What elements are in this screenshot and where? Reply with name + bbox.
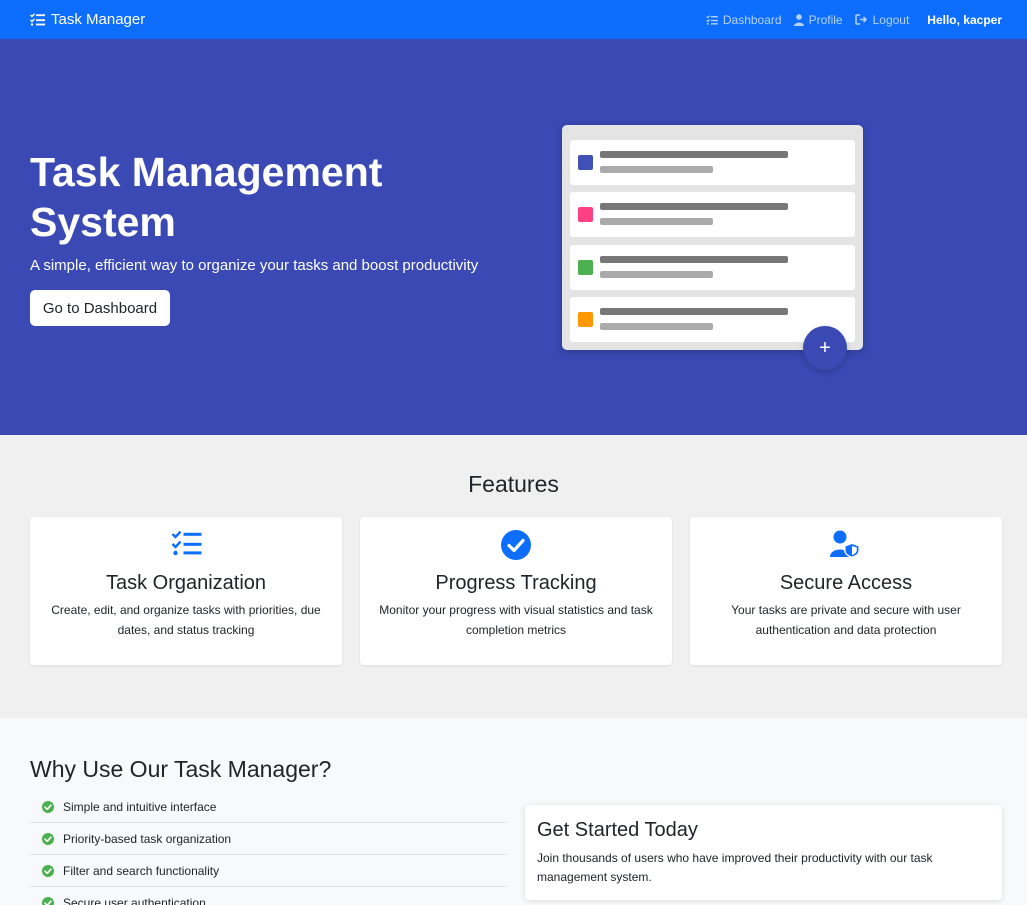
- illustration-line: [600, 256, 788, 263]
- list-item: Secure user authentication: [30, 887, 507, 905]
- feature-title: Progress Tracking: [435, 572, 597, 594]
- get-started-description: Join thousands of users who have improve…: [537, 851, 933, 884]
- list-item-label: Simple and intuitive interface: [63, 799, 217, 814]
- features-heading: Features: [468, 471, 559, 497]
- check-circle-icon: [42, 800, 54, 813]
- nav-link-logout[interactable]: Logout: [854, 12, 910, 27]
- feature-card-progress-tracking: Progress Tracking Monitor your progress …: [360, 517, 672, 665]
- brand-label: Task Manager: [51, 11, 146, 28]
- feature-title: Secure Access: [779, 572, 913, 594]
- brand-link[interactable]: Task Manager: [30, 11, 145, 28]
- add-task-fab[interactable]: +: [803, 326, 847, 370]
- feature-icon-wrap: [360, 530, 672, 560]
- illustration-line: [600, 203, 788, 210]
- illustration-line: [600, 271, 713, 278]
- benefits-list: Simple and intuitive interface Priority-…: [30, 791, 507, 905]
- list-item: Filter and search functionality: [30, 855, 507, 887]
- check-circle-icon: [42, 864, 54, 877]
- get-started-card: Get Started Today Join thousands of user…: [525, 805, 1002, 900]
- user-icon: [793, 13, 804, 26]
- nav-links: Dashboard Profile Logout Hello, kacper: [694, 13, 1002, 27]
- check-circle-icon: [501, 530, 531, 560]
- feature-card-task-organization: Task Organization Create, edit, and orga…: [30, 517, 342, 665]
- task-board-illustration: [562, 125, 863, 350]
- navbar: Task Manager Dashboard Profile Logout He…: [0, 0, 1027, 39]
- list-item: Priority-based task organization: [30, 823, 507, 855]
- why-heading: Why Use Our Task Manager?: [30, 756, 332, 782]
- feature-description: Monitor your progress with visual statis…: [379, 603, 653, 637]
- list-check-icon: [30, 13, 45, 26]
- logout-icon: [854, 14, 867, 25]
- why-section: Why Use Our Task Manager? Simple and int…: [0, 718, 1027, 905]
- check-circle-icon: [42, 897, 54, 905]
- feature-description: Your tasks are private and secure with u…: [731, 603, 961, 637]
- nav-link-profile-label: Profile: [808, 12, 843, 27]
- get-started-title: Get Started Today: [537, 819, 698, 841]
- illustration-task-row: [570, 192, 855, 237]
- hero-subtitle: A simple, efficient way to organize your…: [30, 257, 479, 274]
- list-item-label: Secure user authentication: [63, 896, 206, 905]
- feature-title: Task Organization: [105, 572, 267, 594]
- nav-link-profile[interactable]: Profile: [793, 12, 843, 27]
- illustration-line: [600, 218, 713, 225]
- list-check-icon: [171, 530, 201, 556]
- feature-card-secure-access: Secure Access Your tasks are private and…: [690, 517, 1002, 665]
- illustration-line: [600, 308, 788, 315]
- nav-link-dashboard[interactable]: Dashboard: [706, 13, 782, 27]
- go-to-dashboard-button[interactable]: Go to Dashboard: [30, 290, 170, 326]
- check-circle-icon: [42, 832, 54, 845]
- illustration-square: [578, 312, 593, 327]
- nav-link-dashboard-label: Dashboard: [722, 12, 782, 27]
- list-item-label: Priority-based task organization: [63, 831, 232, 846]
- feature-description: Create, edit, and organize tasks with pr…: [51, 603, 321, 637]
- illustration-line: [600, 166, 713, 173]
- user-shield-icon: [830, 530, 860, 558]
- hero-title: Task Management System: [30, 149, 383, 245]
- nav-link-logout-label: Logout: [872, 12, 910, 27]
- illustration-task-row: [570, 140, 855, 185]
- list-item: Simple and intuitive interface: [30, 791, 507, 823]
- illustration-line: [600, 323, 713, 330]
- list-item-label: Filter and search functionality: [63, 863, 220, 878]
- feature-icon-wrap: [690, 530, 1002, 558]
- user-greeting: Hello, kacper: [927, 12, 1002, 27]
- illustration-line: [600, 151, 788, 158]
- list-check-icon: [706, 14, 718, 25]
- illustration-task-row: [570, 245, 855, 290]
- feature-icon-wrap: [30, 530, 342, 556]
- illustration-square: [578, 260, 593, 275]
- illustration-square: [578, 155, 593, 170]
- hero-section: Task Management System A simple, efficie…: [0, 39, 1027, 435]
- illustration-square: [578, 207, 593, 222]
